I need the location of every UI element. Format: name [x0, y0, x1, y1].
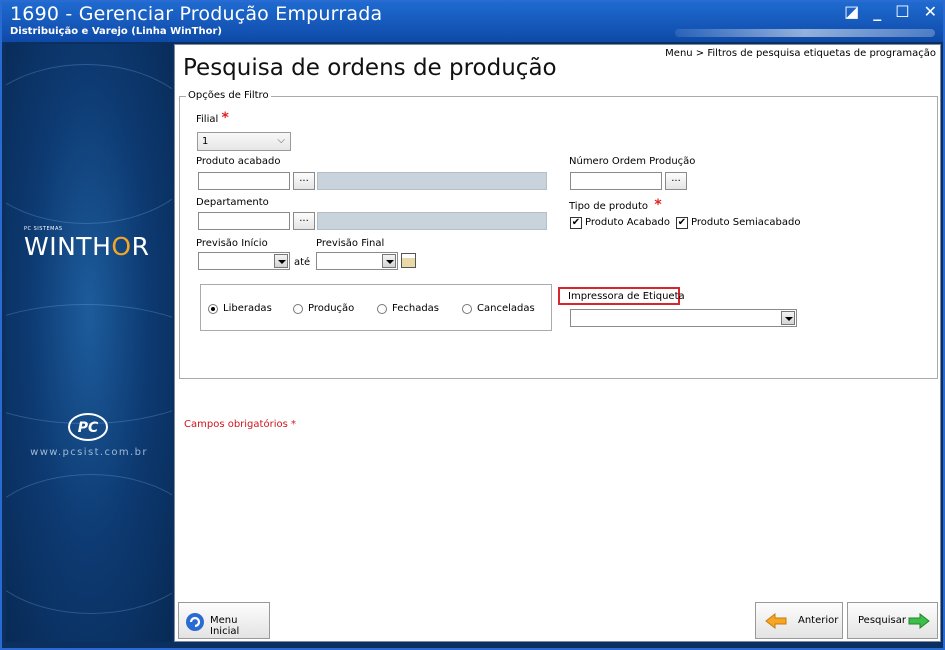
pc-sistemas-logo: PC — [68, 413, 108, 441]
window-subtitle: Distribuição e Varejo (Linha WinThor) — [10, 26, 222, 37]
required-fields-note: Campos obrigatórios * — [184, 419, 296, 430]
close-button[interactable]: ✕ — [924, 4, 937, 20]
radio-liberadas[interactable] — [208, 304, 218, 314]
radio-canceladas[interactable] — [462, 304, 472, 314]
numero-ordem-input[interactable] — [570, 172, 662, 190]
tipo-produto-label: Tipo de produto * — [569, 197, 662, 213]
produto-semiacabado-checkbox-label: Produto Semiacabado — [691, 217, 801, 228]
departamento-search-button[interactable]: ... — [293, 212, 315, 230]
chevron-down-icon: ⌵ — [277, 135, 285, 146]
maximize-icon[interactable]: ☐ — [895, 4, 909, 20]
dropdown-arrow-icon — [781, 311, 795, 325]
arrow-right-icon — [908, 613, 930, 629]
impressora-label: Impressora de Etiqueta — [568, 291, 685, 302]
menu-inicial-label: Menu Inicial — [210, 615, 240, 637]
dropdown-arrow-icon — [382, 254, 396, 268]
produto-acabado-search-button[interactable]: ... — [293, 172, 315, 190]
departamento-description — [317, 212, 547, 230]
produto-acabado-code-input[interactable] — [198, 172, 290, 190]
filial-select[interactable]: 1 ⌵ — [197, 132, 291, 151]
numero-ordem-search-button[interactable]: ... — [665, 172, 687, 190]
radio-fechadas[interactable] — [377, 304, 387, 314]
previsao-inicio-label: Previsão Início — [196, 238, 268, 249]
radio-fechadas-label: Fechadas — [392, 303, 440, 314]
breadcrumb: Menu > Filtros de pesquisa etiquetas de … — [665, 48, 936, 59]
radio-liberadas-label: Liberadas — [223, 303, 272, 314]
app-window: 1690 - Gerenciar Produção Empurrada Dist… — [0, 0, 945, 650]
decor-swirl — [6, 474, 172, 614]
restore-icon[interactable]: ◪ — [844, 4, 859, 20]
decor-swirl — [6, 64, 172, 224]
pesquisar-label: Pesquisar — [858, 615, 906, 626]
produto-acabado-checkbox-label: Produto Acabado — [585, 217, 670, 228]
minimize-button[interactable]: _ — [873, 4, 881, 20]
winthor-logo: WINTHOR — [24, 232, 150, 261]
departamento-code-input[interactable] — [198, 212, 290, 230]
svg-text:PC: PC — [78, 420, 99, 436]
produto-semiacabado-checkbox[interactable]: ✔ — [676, 217, 688, 229]
impressora-select[interactable] — [570, 309, 797, 327]
main-content: Menu > Filtros de pesquisa etiquetas de … — [174, 44, 941, 642]
filter-options-group: Opções de Filtro Filial * 1 ⌵ Produto aca… — [179, 90, 938, 430]
calendar-icon[interactable] — [401, 253, 416, 268]
website-url: www.pcsist.com.br — [30, 447, 148, 458]
anterior-button[interactable]: Anterior — [755, 602, 843, 639]
title-bar[interactable]: 1690 - Gerenciar Produção Empurrada Dist… — [2, 2, 943, 42]
previsao-final-label: Previsão Final — [316, 238, 385, 249]
blurred-user-info — [675, 29, 935, 37]
decor-swirl — [6, 304, 172, 424]
produto-acabado-label: Produto acabado — [196, 156, 281, 167]
menu-inicial-button[interactable]: Menu Inicial — [178, 602, 270, 639]
status-radio-group: Liberadas Produção Fechadas Canceladas — [200, 284, 552, 331]
window-title: 1690 - Gerenciar Produção Empurrada — [10, 3, 383, 25]
produto-acabado-description — [317, 172, 547, 190]
dropdown-arrow-icon — [274, 254, 288, 268]
departamento-label: Departamento — [196, 197, 269, 208]
produto-acabado-checkbox[interactable]: ✔ — [570, 217, 582, 229]
radio-producao-label: Produção — [308, 303, 355, 314]
arrow-left-icon — [765, 613, 787, 629]
previsao-final-date[interactable] — [316, 252, 398, 270]
numero-ordem-label: Número Ordem Produção — [569, 156, 696, 167]
pesquisar-button[interactable]: Pesquisar — [847, 602, 938, 639]
ate-label: até — [294, 257, 311, 268]
radio-canceladas-label: Canceladas — [477, 303, 535, 314]
radio-producao[interactable] — [293, 304, 303, 314]
page-title: Pesquisa de ordens de produção — [183, 55, 557, 81]
anterior-label: Anterior — [798, 615, 839, 626]
filter-options-legend: Opções de Filtro — [186, 90, 271, 101]
brand-sidebar: PC SISTEMAS WINTHOR PC www.pcsist.com.br — [6, 44, 172, 642]
home-refresh-icon — [186, 613, 204, 631]
filial-label: Filial * — [196, 110, 229, 126]
previsao-inicio-date[interactable] — [198, 252, 290, 270]
